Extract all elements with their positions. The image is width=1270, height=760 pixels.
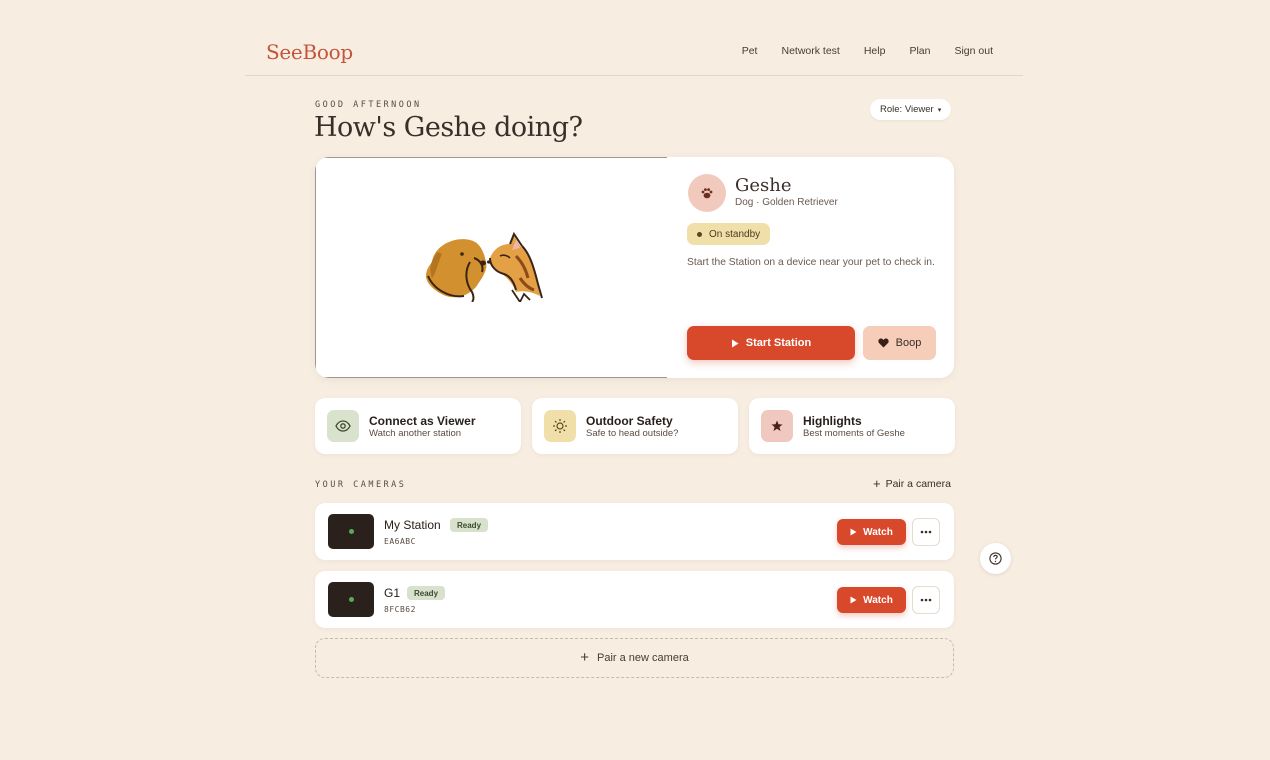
cameras-heading: YOUR CAMERAS [315,480,407,490]
boop-label: Boop [895,337,922,349]
boop-button[interactable]: Boop [863,326,936,360]
quick-action-title: Connect as Viewer [369,414,476,428]
status-label: On standby [709,228,761,240]
play-icon [850,528,857,536]
pet-name: Geshe [735,175,792,196]
camera-id: 8FCB62 [384,605,416,614]
more-icon [920,598,932,602]
more-icon [920,530,932,534]
role-label: Role: Viewer [880,104,934,115]
sun-icon [553,419,567,433]
nav-pet[interactable]: Pet [742,45,758,57]
camera-status-badge: Ready [407,586,446,600]
nav-help[interactable]: Help [864,45,886,57]
dog-cat-illustration [426,232,543,302]
status-dot-icon [697,231,702,237]
watch-label: Watch [863,594,893,606]
nav-network-test[interactable]: Network test [781,45,839,57]
play-icon [731,339,739,347]
main-nav: Pet Network test Help Plan Sign out [742,45,993,57]
role-selector[interactable]: Role: Viewer ▾ [870,99,952,120]
heart-icon [877,338,889,348]
pet-illustration-panel [315,157,667,378]
plus-icon: + [580,649,590,666]
highlights-card[interactable]: Highlights Best moments of Geshe [749,398,955,454]
camera-name: My Station [384,518,441,532]
more-options-button[interactable] [912,518,940,546]
pet-avatar [688,174,726,212]
eye-icon-tile [327,410,359,442]
plus-icon: + [873,476,881,491]
chevron-down-icon: ▾ [937,106,942,114]
start-station-label: Start Station [745,337,812,349]
eye-icon [335,420,351,432]
star-icon-tile [761,410,793,442]
quick-action-subtitle: Watch another station [369,428,462,439]
connect-viewer-card[interactable]: Connect as Viewer Watch another station [315,398,521,454]
quick-action-title: Outdoor Safety [586,414,673,428]
pair-new-camera-button[interactable]: + Pair a new camera [315,638,954,678]
outdoor-safety-card[interactable]: Outdoor Safety Safe to head outside? [532,398,738,454]
paw-icon [701,188,713,199]
camera-thumbnail [328,582,374,617]
camera-name: G1 [384,586,401,600]
play-icon [850,596,857,604]
quick-action-subtitle: Safe to head outside? [586,428,679,439]
greeting-eyebrow: GOOD AFTERNOON [315,100,422,110]
hero-description: Start the Station on a device near your … [687,257,935,268]
camera-row: G1 Ready 8FCB62 Watch [315,571,954,628]
help-button[interactable] [980,543,1011,574]
pair-new-camera-label: Pair a new camera [597,652,689,664]
sun-icon-tile [544,410,576,442]
pair-camera-label: Pair a camera [885,478,951,490]
top-bar: SeeBoop Pet Network test Help Plan Sign … [245,30,1023,76]
app-logo[interactable]: SeeBoop [266,40,353,64]
star-icon [771,420,783,431]
more-options-button[interactable] [912,586,940,614]
start-station-button[interactable]: Start Station [687,326,855,360]
help-icon [989,552,1002,565]
nav-plan[interactable]: Plan [909,45,930,57]
status-badge: On standby [687,223,771,245]
status-led-icon [348,597,354,602]
pair-camera-link[interactable]: + Pair a camera [873,476,951,491]
pet-hero-card: Geshe Dog · Golden Retriever On standby … [315,157,954,378]
page-title: How's Geshe doing? [314,112,583,143]
camera-row: My Station Ready EA6ABC Watch [315,503,954,560]
pet-breed: Dog · Golden Retriever [735,197,838,208]
camera-status-badge: Ready [450,518,489,532]
watch-label: Watch [863,526,893,538]
quick-action-subtitle: Best moments of Geshe [803,428,905,439]
watch-button[interactable]: Watch [837,519,906,545]
quick-action-title: Highlights [803,414,862,428]
camera-thumbnail [328,514,374,549]
watch-button[interactable]: Watch [837,587,906,613]
camera-id: EA6ABC [384,537,416,546]
nav-sign-out[interactable]: Sign out [954,45,993,57]
status-led-icon [348,529,354,534]
